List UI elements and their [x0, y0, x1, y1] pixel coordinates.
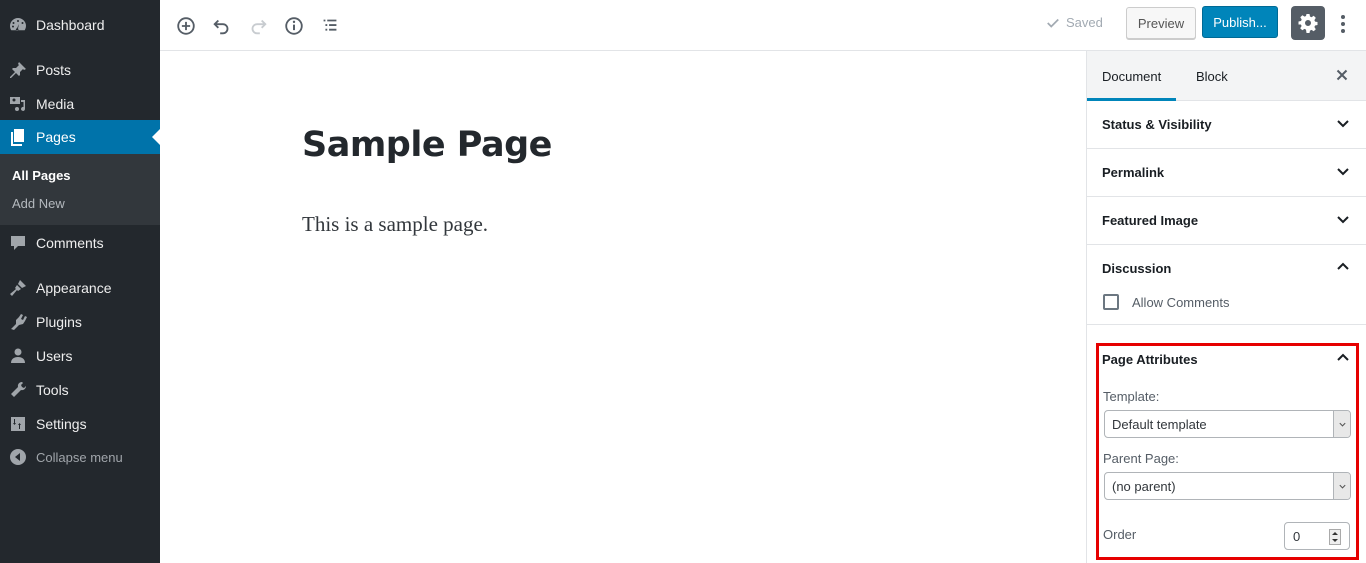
- highlight-box: [1096, 343, 1359, 560]
- pages-icon: [0, 127, 36, 147]
- menu-label: Pages: [36, 129, 76, 145]
- menu-label: Users: [36, 348, 73, 364]
- menu-item-pages[interactable]: Pages: [0, 120, 160, 154]
- menu-label: Appearance: [36, 280, 112, 296]
- settings-sliders-icon: [0, 414, 36, 434]
- sidebar-tabs: Document Block: [1087, 51, 1366, 101]
- panel-toggle[interactable]: Status & Visibility: [1087, 101, 1366, 148]
- sidebar-panels: Status & Visibility Permalink Featured I…: [1087, 101, 1366, 325]
- post-title[interactable]: Sample Page: [302, 125, 552, 165]
- menu-label: Media: [36, 96, 75, 112]
- dashboard-icon: [0, 15, 36, 35]
- menu-label: Comments: [36, 235, 104, 251]
- undo-icon: [213, 19, 229, 35]
- menu-label: Plugins: [36, 314, 82, 330]
- preview-button[interactable]: Preview: [1126, 7, 1196, 39]
- info-icon: [285, 17, 303, 35]
- allow-comments-label[interactable]: Allow Comments: [1132, 295, 1230, 310]
- menu-item-settings[interactable]: Settings: [0, 407, 160, 441]
- add-block-icon: [177, 17, 195, 35]
- submenu-add-new[interactable]: Add New: [0, 190, 160, 218]
- user-icon: [0, 346, 36, 366]
- editor-canvas: Sample Page This is a sample page.: [160, 51, 1086, 563]
- publish-button[interactable]: Publish...: [1202, 6, 1278, 38]
- outline-button[interactable]: [314, 10, 346, 42]
- plugin-icon: [0, 312, 36, 332]
- admin-menu: Dashboard Posts Media Pages All Pages Ad…: [0, 0, 160, 563]
- redo-icon: [251, 19, 267, 35]
- wrench-icon: [0, 380, 36, 400]
- menu-item-users[interactable]: Users: [0, 339, 160, 373]
- paintbrush-icon: [0, 278, 36, 298]
- paragraph-block[interactable]: This is a sample page.: [302, 212, 488, 237]
- menu-item-comments[interactable]: Comments: [0, 226, 160, 260]
- panel-title: Permalink: [1102, 165, 1165, 180]
- gear-icon: [1298, 14, 1318, 33]
- collapse-menu-label: Collapse menu: [36, 449, 123, 465]
- chevron-down-icon: [1336, 116, 1350, 133]
- saved-label: Saved: [1066, 15, 1103, 30]
- chevron-down-icon: [1336, 212, 1350, 229]
- pages-submenu: All Pages Add New: [0, 154, 160, 225]
- panel-status-visibility: Status & Visibility: [1087, 101, 1366, 149]
- collapse-arrow-icon: [0, 447, 36, 467]
- panel-discussion: Discussion Allow Comments: [1087, 245, 1366, 325]
- panel-permalink: Permalink: [1087, 149, 1366, 197]
- panel-title: Discussion: [1102, 261, 1172, 276]
- menu-item-media[interactable]: Media: [0, 87, 160, 121]
- undo-button[interactable]: [206, 10, 238, 42]
- tab-document[interactable]: Document: [1087, 51, 1177, 101]
- submenu-all-pages[interactable]: All Pages: [0, 162, 160, 190]
- outline-icon: [323, 19, 337, 31]
- collapse-menu-button[interactable]: Collapse menu: [0, 440, 160, 474]
- panel-title: Featured Image: [1102, 213, 1199, 228]
- tab-block[interactable]: Block: [1181, 51, 1243, 101]
- close-icon: [1336, 69, 1348, 81]
- menu-item-appearance[interactable]: Appearance: [0, 271, 160, 305]
- menu-label: Posts: [36, 62, 72, 78]
- chevron-up-icon: [1336, 260, 1350, 277]
- menu-label: Tools: [36, 382, 69, 398]
- media-icon: [0, 94, 36, 114]
- saved-status: Saved: [1046, 15, 1103, 30]
- info-button[interactable]: [278, 10, 310, 42]
- close-sidebar-button[interactable]: [1332, 65, 1352, 85]
- menu-item-plugins[interactable]: Plugins: [0, 305, 160, 339]
- panel-featured-image: Featured Image: [1087, 197, 1366, 245]
- menu-label: Settings: [36, 416, 87, 432]
- editor-toolbar: Saved Preview Publish...: [160, 0, 1366, 51]
- add-block-button[interactable]: [170, 10, 202, 42]
- chevron-down-icon: [1336, 164, 1350, 181]
- menu-item-posts[interactable]: Posts: [0, 53, 160, 87]
- allow-comments-checkbox[interactable]: [1103, 294, 1119, 310]
- allow-comments-row: Allow Comments: [1087, 294, 1366, 324]
- panel-toggle[interactable]: Permalink: [1087, 149, 1366, 196]
- menu-label: Dashboard: [36, 17, 105, 33]
- settings-toggle-button[interactable]: [1291, 6, 1325, 40]
- check-icon: [1047, 18, 1059, 28]
- panel-title: Status & Visibility: [1102, 117, 1212, 132]
- panel-toggle[interactable]: Featured Image: [1087, 197, 1366, 244]
- menu-item-dashboard[interactable]: Dashboard: [0, 8, 160, 42]
- more-menu-button[interactable]: [1332, 8, 1354, 40]
- comment-icon: [0, 233, 36, 253]
- pushpin-icon: [0, 60, 36, 80]
- panel-toggle[interactable]: Discussion: [1087, 245, 1366, 292]
- wp-block-editor: Dashboard Posts Media Pages All Pages Ad…: [0, 0, 1366, 563]
- settings-sidebar: Document Block Status & Visibility Perma…: [1086, 51, 1366, 563]
- menu-item-tools[interactable]: Tools: [0, 373, 160, 407]
- more-vertical-icon: [1341, 15, 1345, 33]
- redo-button[interactable]: [242, 10, 274, 42]
